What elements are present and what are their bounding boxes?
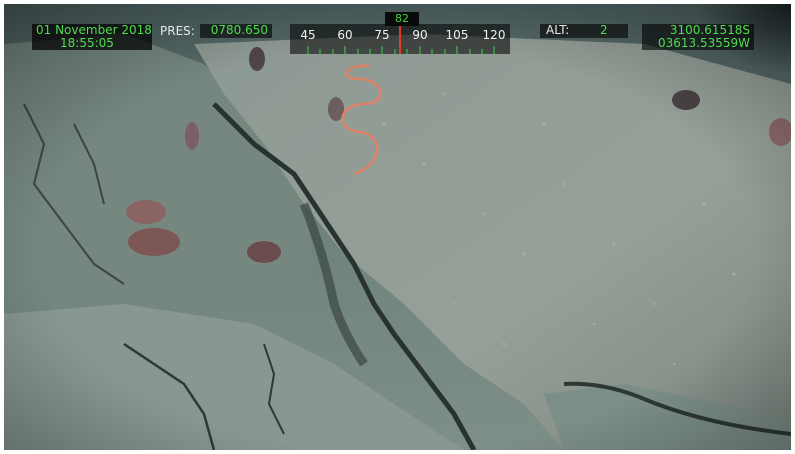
datetime-panel: 01 November 2018 18:55:05 — [32, 24, 152, 50]
video-frame: 01 November 2018 18:55:05 PRES: 0780.650… — [4, 4, 791, 450]
pressure-label: PRES: — [160, 24, 195, 38]
vignette — [4, 4, 791, 450]
seafloor-scene — [4, 4, 791, 450]
heading-value: 82 — [385, 12, 419, 26]
time-text: 18:55:05 — [60, 36, 114, 50]
longitude-text: 03613.53559W — [657, 36, 750, 50]
heading-ticks — [307, 24, 495, 54]
altitude-label: ALT: — [546, 23, 570, 37]
altitude-value: 2 — [600, 23, 608, 37]
pressure-value: 0780.650 — [210, 23, 268, 37]
pressure-box: 0780.650 — [200, 24, 272, 38]
heading-tape: 45 60 75 90 105 120 — [290, 24, 510, 54]
coordinates-panel: 3100.61518S 03613.53559W — [642, 24, 754, 50]
altitude-box: ALT: 2 — [540, 24, 628, 38]
